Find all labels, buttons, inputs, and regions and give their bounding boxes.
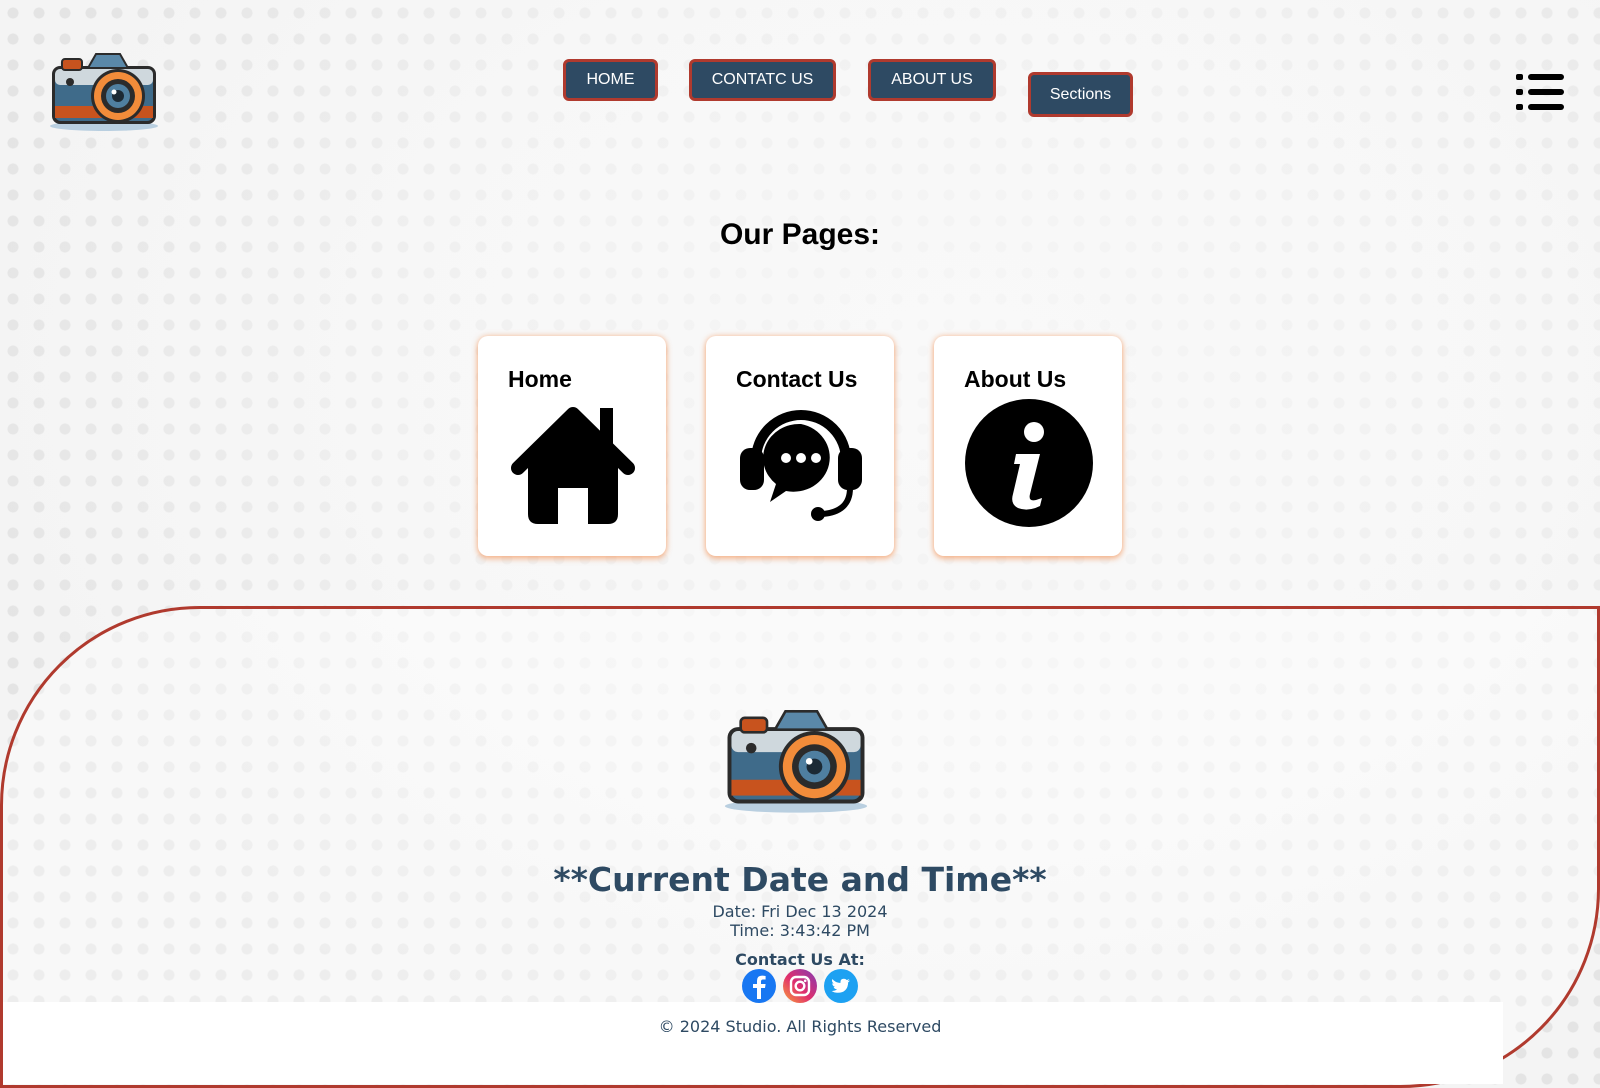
card-about[interactable]: About Us — [934, 336, 1122, 556]
card-label: Home — [508, 366, 572, 392]
page-title: Our Pages: — [719, 218, 881, 251]
footer-contact-label: Contact Us At: — [735, 950, 865, 969]
footer-copyright: © 2024 Studio. All Rights Reserved — [658, 1017, 942, 1036]
card-label: About Us — [964, 366, 1067, 392]
nav-sections-button[interactable]: Sections — [1028, 72, 1133, 117]
instagram-icon[interactable] — [782, 968, 818, 1004]
card-home[interactable]: Home — [478, 336, 666, 556]
facebook-icon[interactable] — [741, 968, 777, 1004]
card-contact[interactable]: Contact Us — [706, 336, 894, 556]
headset-chat-icon — [736, 398, 866, 528]
footer-datetime-title: **Current Date and Time** — [553, 860, 1047, 899]
nav-contact-button[interactable]: CONTATC US — [689, 59, 836, 101]
info-icon — [964, 398, 1094, 528]
footer-date: Date: Fri Dec 13 2024 — [712, 902, 888, 921]
house-icon — [508, 398, 638, 528]
card-label: Contact Us — [736, 366, 858, 392]
footer-time: Time: 3:43:42 PM — [730, 921, 870, 940]
footer-container — [0, 606, 1600, 1088]
nav-home-button[interactable]: HOME — [563, 59, 658, 101]
camera-logo-icon[interactable] — [48, 50, 160, 132]
footer-camera-logo-icon — [722, 706, 870, 814]
twitter-icon[interactable] — [823, 968, 859, 1004]
nav-about-button[interactable]: ABOUT US — [868, 59, 996, 101]
list-menu-icon[interactable] — [1516, 74, 1564, 110]
